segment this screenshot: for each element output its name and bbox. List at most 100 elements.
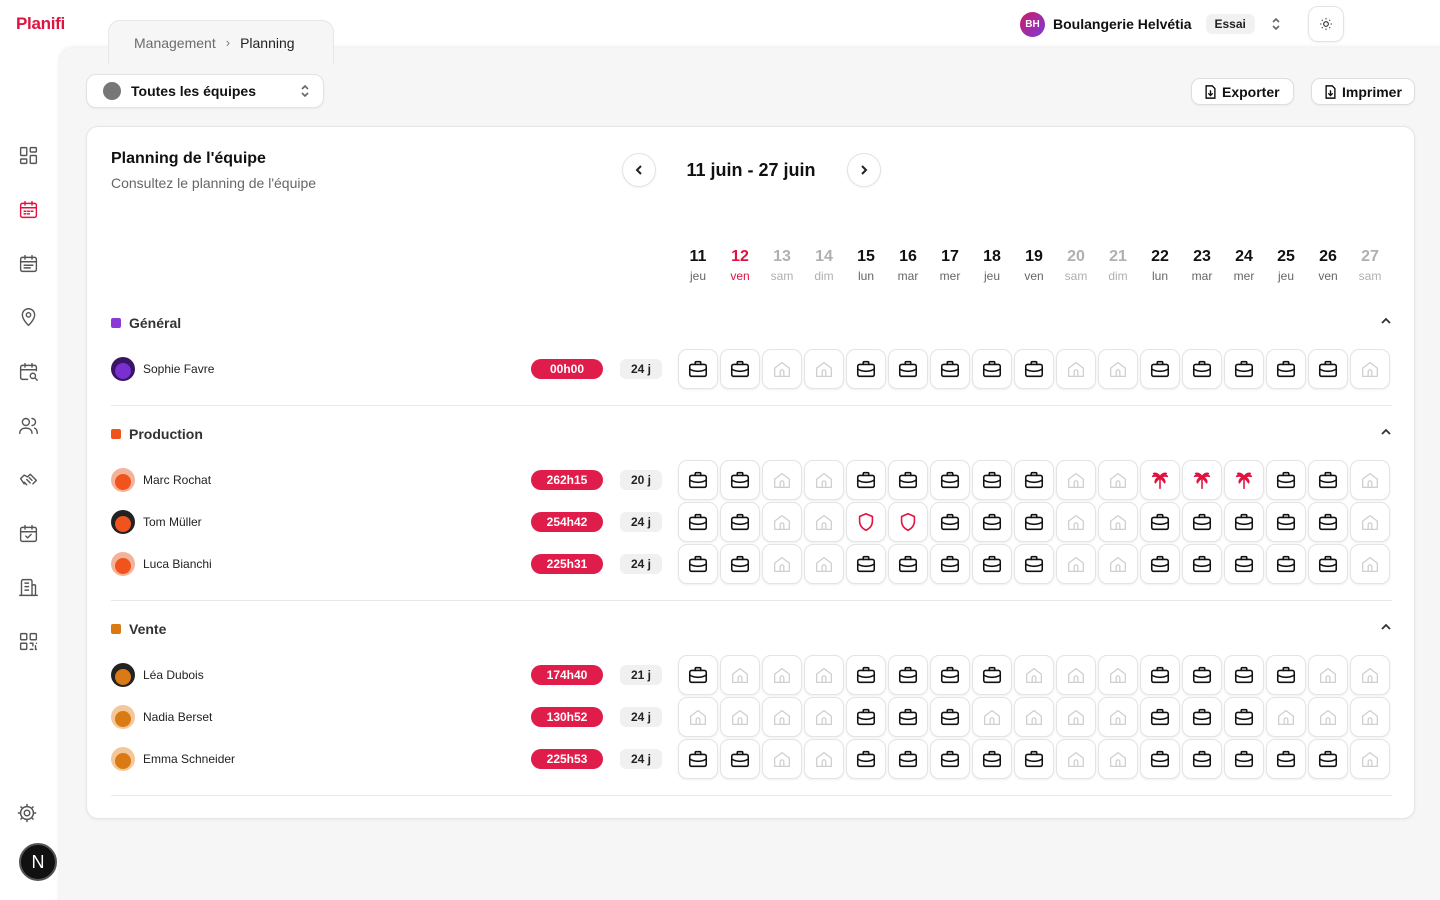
handshake-icon[interactable]: [17, 468, 39, 490]
schedule-cell[interactable]: [1056, 460, 1096, 500]
chevron-up-icon[interactable]: [1380, 620, 1392, 638]
users-icon[interactable]: [17, 414, 39, 436]
schedule-cell[interactable]: [804, 655, 844, 695]
calendar-icon[interactable]: [17, 198, 39, 220]
schedule-cell[interactable]: [1182, 544, 1222, 584]
schedule-cell[interactable]: [720, 460, 760, 500]
schedule-cell[interactable]: [678, 655, 718, 695]
org-switcher[interactable]: BH Boulangerie Helvétia Essai: [1020, 11, 1283, 37]
schedule-cell[interactable]: [930, 544, 970, 584]
settings-gear-icon[interactable]: [16, 802, 38, 824]
schedule-cell[interactable]: [762, 655, 802, 695]
schedule-cell[interactable]: [930, 460, 970, 500]
schedule-cell[interactable]: [930, 655, 970, 695]
schedule-cell[interactable]: [846, 655, 886, 695]
schedule-cell[interactable]: [972, 739, 1012, 779]
schedule-cell[interactable]: [972, 697, 1012, 737]
schedule-cell[interactable]: [1182, 697, 1222, 737]
schedule-cell[interactable]: [972, 655, 1012, 695]
schedule-cell[interactable]: [1098, 697, 1138, 737]
schedule-cell[interactable]: [1098, 655, 1138, 695]
schedule-cell[interactable]: [1056, 502, 1096, 542]
schedule-cell[interactable]: [1308, 697, 1348, 737]
schedule-cell[interactable]: [1266, 697, 1306, 737]
schedule-cell[interactable]: [1224, 502, 1264, 542]
schedule-cell[interactable]: [930, 697, 970, 737]
schedule-cell[interactable]: [1266, 544, 1306, 584]
schedule-cell[interactable]: [804, 460, 844, 500]
employee-name[interactable]: Marc Rochat: [143, 473, 211, 487]
employee-name[interactable]: Tom Müller: [143, 515, 202, 529]
schedule-cell[interactable]: [846, 739, 886, 779]
schedule-cell[interactable]: [804, 544, 844, 584]
schedule-cell[interactable]: [1224, 460, 1264, 500]
schedule-cell[interactable]: [888, 349, 928, 389]
schedule-cell[interactable]: [1308, 544, 1348, 584]
schedule-cell[interactable]: [1224, 655, 1264, 695]
chevron-up-icon[interactable]: [1380, 425, 1392, 443]
breadcrumb-parent[interactable]: Management: [134, 35, 216, 51]
schedule-cell[interactable]: [1098, 739, 1138, 779]
schedule-cell[interactable]: [1266, 655, 1306, 695]
schedule-cell[interactable]: [804, 697, 844, 737]
schedule-cell[interactable]: [1224, 739, 1264, 779]
export-button[interactable]: Exporter: [1191, 78, 1294, 105]
user-menu-badge[interactable]: N: [19, 843, 57, 881]
schedule-cell[interactable]: [1224, 544, 1264, 584]
schedule-cell[interactable]: [720, 697, 760, 737]
schedule-cell[interactable]: [720, 544, 760, 584]
building-icon[interactable]: [17, 576, 39, 598]
schedule-cell[interactable]: [1308, 655, 1348, 695]
schedule-cell[interactable]: [1140, 544, 1180, 584]
schedule-cell[interactable]: [1014, 460, 1054, 500]
schedule-cell[interactable]: [762, 460, 802, 500]
app-logo[interactable]: Planifi: [16, 14, 65, 34]
schedule-cell[interactable]: [804, 502, 844, 542]
location-pin-icon[interactable]: [17, 306, 39, 328]
schedule-cell[interactable]: [1266, 502, 1306, 542]
schedule-cell[interactable]: [1350, 739, 1390, 779]
schedule-cell[interactable]: [1308, 739, 1348, 779]
schedule-cell[interactable]: [720, 502, 760, 542]
dashboard-icon[interactable]: [17, 144, 39, 166]
schedule-cell[interactable]: [972, 544, 1012, 584]
schedule-cell[interactable]: [1140, 655, 1180, 695]
schedule-cell[interactable]: [678, 544, 718, 584]
schedule-cell[interactable]: [720, 655, 760, 695]
schedule-cell[interactable]: [888, 502, 928, 542]
schedule-cell[interactable]: [804, 739, 844, 779]
schedule-cell[interactable]: [888, 697, 928, 737]
schedule-cell[interactable]: [1308, 502, 1348, 542]
schedule-cell[interactable]: [1182, 460, 1222, 500]
prev-period-button[interactable]: [622, 153, 656, 187]
schedule-cell[interactable]: [1098, 460, 1138, 500]
schedule-cell[interactable]: [1098, 349, 1138, 389]
schedule-cell[interactable]: [1014, 502, 1054, 542]
print-button[interactable]: Imprimer: [1311, 78, 1415, 105]
schedule-cell[interactable]: [1140, 460, 1180, 500]
employee-name[interactable]: Sophie Favre: [143, 362, 214, 376]
schedule-cell[interactable]: [888, 739, 928, 779]
schedule-cell[interactable]: [1266, 349, 1306, 389]
schedule-cell[interactable]: [1350, 349, 1390, 389]
employee-name[interactable]: Luca Bianchi: [143, 557, 212, 571]
schedule-cell[interactable]: [762, 502, 802, 542]
schedule-cell[interactable]: [846, 697, 886, 737]
group-header[interactable]: Vente: [111, 619, 1392, 639]
schedule-cell[interactable]: [1308, 460, 1348, 500]
schedule-cell[interactable]: [1350, 502, 1390, 542]
calendar-list-icon[interactable]: [17, 252, 39, 274]
schedule-cell[interactable]: [1350, 697, 1390, 737]
schedule-cell[interactable]: [804, 349, 844, 389]
schedule-cell[interactable]: [1056, 544, 1096, 584]
schedule-cell[interactable]: [1014, 349, 1054, 389]
schedule-cell[interactable]: [1224, 349, 1264, 389]
schedule-cell[interactable]: [1224, 697, 1264, 737]
schedule-cell[interactable]: [972, 460, 1012, 500]
schedule-cell[interactable]: [1140, 697, 1180, 737]
schedule-cell[interactable]: [1098, 502, 1138, 542]
schedule-cell[interactable]: [1266, 460, 1306, 500]
schedule-cell[interactable]: [720, 739, 760, 779]
schedule-cell[interactable]: [1350, 544, 1390, 584]
calendar-check-icon[interactable]: [17, 522, 39, 544]
